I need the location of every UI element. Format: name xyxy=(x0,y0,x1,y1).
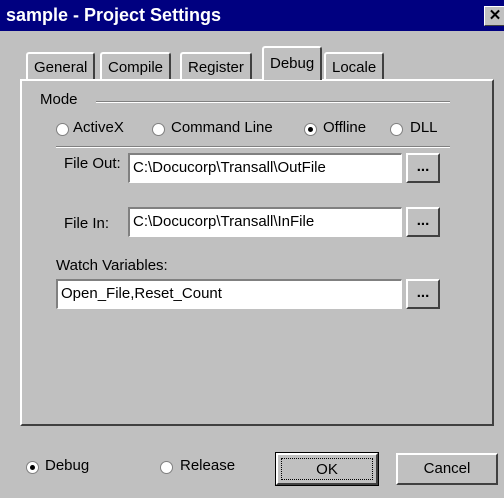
watch-variables-field[interactable]: Open_File,Reset_Count xyxy=(56,279,402,309)
cancel-button[interactable]: Cancel xyxy=(396,453,498,485)
build-release-label[interactable]: Release xyxy=(180,457,235,474)
tab-label: Compile xyxy=(108,59,164,76)
mode-command-line-label[interactable]: Command Line xyxy=(171,119,273,136)
window-title: sample - Project Settings xyxy=(6,5,222,25)
tab-register[interactable]: Register xyxy=(180,52,252,79)
watch-variables-label: Watch Variables: xyxy=(56,257,168,274)
build-debug-radio[interactable] xyxy=(26,461,39,474)
file-out-label: File Out: xyxy=(64,155,121,172)
mode-activex-label[interactable]: ActiveX xyxy=(73,119,124,136)
watch-variables-browse-button[interactable]: ... xyxy=(406,279,440,309)
mode-group-divider xyxy=(96,101,450,103)
ok-button[interactable]: OK xyxy=(275,452,379,486)
tab-compile[interactable]: Compile xyxy=(100,52,172,79)
mode-dll-radio[interactable] xyxy=(390,123,403,136)
mode-activex-radio[interactable] xyxy=(56,123,69,136)
close-button[interactable]: ✕ xyxy=(484,6,504,26)
file-out-browse-button[interactable]: ... xyxy=(406,153,440,183)
mode-command-line-radio[interactable] xyxy=(152,123,165,136)
title-bar: sample - Project Settings ✕ xyxy=(0,0,504,31)
file-in-browse-button[interactable]: ... xyxy=(406,207,440,237)
tab-general[interactable]: General xyxy=(26,52,96,79)
file-out-field[interactable]: C:\Docucorp\Transall\OutFile xyxy=(128,153,402,183)
tab-label: General xyxy=(34,59,88,76)
tab-label: Register xyxy=(188,59,244,76)
project-settings-dialog: sample - Project Settings ✕ General Comp… xyxy=(0,0,504,498)
tab-label: Debug xyxy=(270,55,315,72)
mode-group-label: Mode xyxy=(40,91,78,108)
file-in-label: File In: xyxy=(64,215,110,232)
build-release-radio[interactable] xyxy=(160,461,173,474)
tab-locale[interactable]: Locale xyxy=(324,52,385,79)
mode-group-bottom-divider xyxy=(56,146,450,148)
mode-dll-label[interactable]: DLL xyxy=(410,119,438,136)
mode-offline-label[interactable]: Offline xyxy=(323,119,366,136)
build-debug-label[interactable]: Debug xyxy=(45,457,89,474)
tab-label: Locale xyxy=(332,59,377,76)
file-in-field[interactable]: C:\Docucorp\Transall\InFile xyxy=(128,207,402,237)
mode-offline-radio[interactable] xyxy=(304,123,317,136)
ok-button-label: OK xyxy=(281,458,373,480)
tab-debug[interactable]: Debug xyxy=(262,46,323,80)
